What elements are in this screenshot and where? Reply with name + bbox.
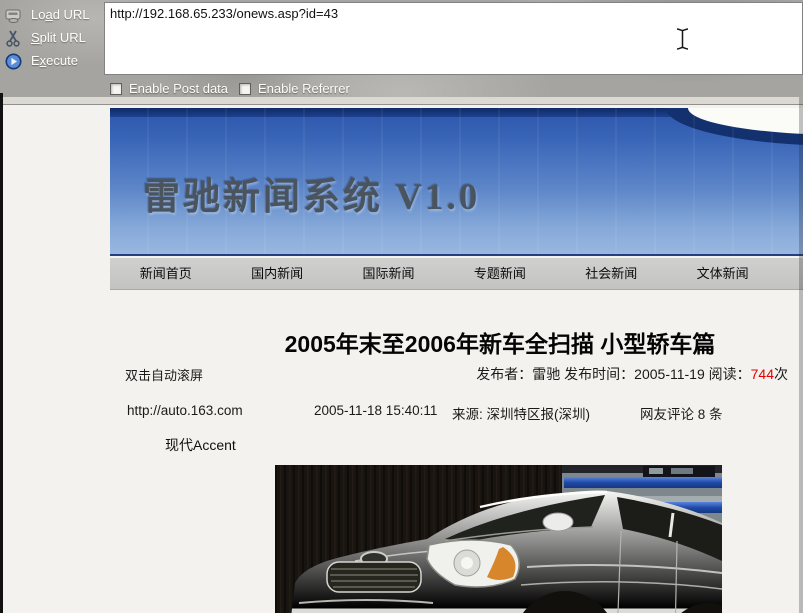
nav-item-home[interactable]: 新闻首页 — [110, 258, 221, 289]
site-nav: 新闻首页 国内新闻 国际新闻 专题新闻 社会新闻 文体新闻 — [110, 258, 803, 290]
scissors-icon — [5, 30, 22, 47]
toolbar-bottom-strip — [0, 97, 803, 105]
enable-referrer-checkbox[interactable] — [239, 83, 251, 95]
banner-swoosh-white — [688, 108, 803, 135]
drive-icon — [5, 7, 22, 24]
article-photo — [275, 465, 722, 613]
url-input[interactable]: http://192.168.65.233/onews.asp?id=43 — [104, 2, 803, 75]
nav-item-special[interactable]: 专题新闻 — [444, 258, 555, 289]
window-right-edge — [799, 97, 803, 613]
enable-post-data-checkbox[interactable] — [110, 83, 122, 95]
load-url-label: Load URL — [31, 7, 90, 22]
article-title: 2005年末至2006年新车全扫描 小型轿车篇 — [110, 325, 803, 359]
banner-top-band — [110, 108, 803, 117]
split-url-label: Split URL — [31, 30, 86, 45]
nav-item-international[interactable]: 国际新闻 — [333, 258, 444, 289]
car-model-label: 现代Accent — [165, 435, 236, 455]
comments-count: 网友评论 8 条 — [640, 403, 723, 423]
window-left-edge — [0, 93, 3, 613]
enable-referrer-label: Enable Referrer — [258, 81, 350, 96]
load-url-button[interactable]: Load URL — [0, 6, 100, 26]
split-url-button[interactable]: Split URL — [0, 29, 100, 49]
source-row: http://auto.163.com 2005-11-18 15:40:11 … — [0, 403, 803, 421]
execute-button[interactable]: Execute — [0, 52, 100, 72]
site-title: 雷驰新闻系统 V1.0 — [143, 166, 480, 220]
blue-play-icon — [5, 53, 22, 70]
site-banner: 雷驰新闻系统 V1.0 — [110, 108, 803, 256]
execute-label: Execute — [31, 53, 78, 68]
nav-item-domestic[interactable]: 国内新闻 — [221, 258, 332, 289]
enable-post-data-label: Enable Post data — [129, 81, 228, 96]
source-url: http://auto.163.com — [127, 403, 243, 418]
browser-viewport: 雷驰新闻系统 V1.0 新闻首页 国内新闻 国际新闻 专题新闻 社会新闻 文体新… — [0, 105, 803, 613]
app-window: Load URL Split URL Execute http://192 — [0, 0, 803, 613]
publisher-meta: 发布者：雷驰 发布时间：2005-11-19 阅读：744次 — [110, 364, 788, 384]
nav-item-society[interactable]: 社会新闻 — [556, 258, 667, 289]
read-count: 744 — [751, 366, 774, 382]
source-datetime: 2005-11-18 15:40:11 — [314, 403, 437, 418]
url-toolbar: Load URL Split URL Execute http://192 — [0, 0, 803, 97]
nav-item-culture[interactable]: 文体新闻 — [667, 258, 778, 289]
source-name: 来源: 深圳特区报(深圳) — [452, 403, 590, 423]
banner-swoosh-dark — [666, 108, 803, 146]
